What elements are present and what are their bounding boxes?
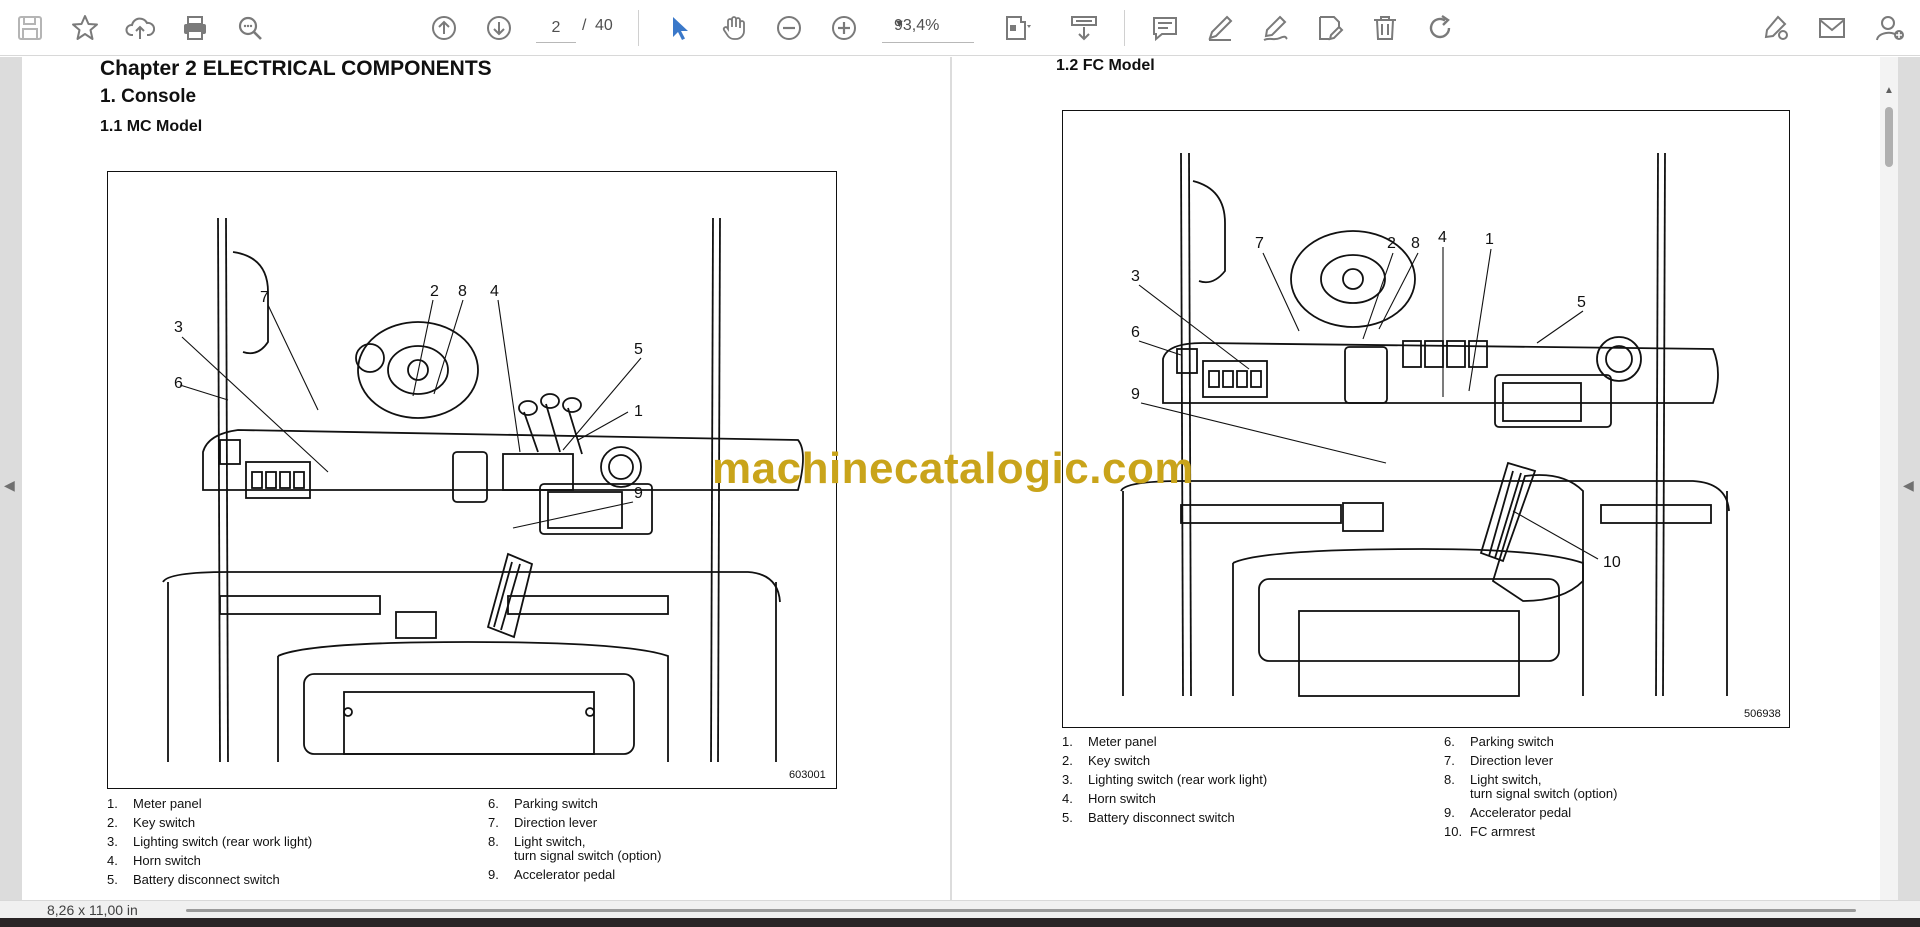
scroll-mode-icon[interactable]	[1064, 8, 1104, 48]
panel-expand-left-icon[interactable]: ◀	[4, 477, 18, 497]
legend-item: 7. Direction lever	[1444, 753, 1554, 768]
pan-hand-icon[interactable]	[714, 8, 754, 48]
callout-label: 8	[1411, 235, 1420, 252]
zoom-search-icon[interactable]	[230, 8, 270, 48]
chevron-down-icon: ▼	[894, 18, 905, 30]
legend-item: 10. FC armrest	[1444, 824, 1535, 839]
legend-item: 6. Parking switch	[488, 796, 598, 811]
chapter-title: Chapter 2 ELECTRICAL COMPONENTS	[100, 57, 492, 80]
zoom-out-icon[interactable]	[769, 8, 809, 48]
page-fit-icon[interactable]	[996, 8, 1036, 48]
callout-label: 9	[1131, 386, 1140, 403]
status-bar: 8,26 x 11,00 in	[0, 900, 1920, 918]
add-user-icon[interactable]	[1870, 8, 1910, 48]
page-number-input[interactable]	[536, 13, 576, 43]
legend-item: turn signal switch (option)	[514, 848, 662, 863]
callout-label: 2	[1387, 235, 1396, 252]
legend-item: 3. Lighting switch (rear work light)	[1062, 772, 1268, 787]
page-separator: /	[582, 17, 587, 34]
legend-item: 1. Meter panel	[107, 796, 202, 811]
vertical-scrollbar[interactable]: ▲	[1880, 57, 1898, 900]
figure-id: 506938	[1744, 708, 1781, 720]
callout-label: 10	[1603, 554, 1621, 571]
callout-label: 4	[490, 283, 499, 300]
section-title: 1. Console	[100, 86, 197, 107]
callout-label: 9	[634, 485, 643, 502]
legend-item: 4. Horn switch	[107, 853, 201, 868]
legend-item: 5. Battery disconnect switch	[1062, 810, 1235, 825]
subsection-title: 1.2 FC Model	[1056, 57, 1155, 74]
toolbar-divider	[638, 10, 639, 46]
callout-label: 5	[1577, 294, 1586, 311]
callout-label: 6	[1131, 324, 1140, 341]
save-icon[interactable]	[10, 8, 50, 48]
legend-item: 9. Accelerator pedal	[488, 867, 616, 882]
email-icon[interactable]	[1812, 8, 1852, 48]
toolbar: / 40 93,4% ▼	[0, 0, 1920, 56]
sign-icon[interactable]	[1756, 8, 1796, 48]
rotate-icon[interactable]	[1420, 8, 1460, 48]
watermark: machinecatalogic.com	[712, 444, 1194, 493]
bookmark-star-icon[interactable]	[65, 8, 105, 48]
legend-item: 3. Lighting switch (rear work light)	[107, 834, 313, 849]
legend-item: 7. Direction lever	[488, 815, 598, 830]
legend-item: 5. Battery disconnect switch	[107, 872, 280, 887]
toolbar-divider	[1124, 10, 1125, 46]
callout-label: 5	[634, 341, 643, 358]
legend-item: 2. Key switch	[107, 815, 196, 830]
page-size-label: 8,26 x 11,00 in	[47, 902, 138, 918]
legend-item: turn signal switch (option)	[1470, 786, 1618, 801]
legend-item: 1. Meter panel	[1062, 734, 1157, 749]
callout-label: 7	[1255, 235, 1264, 252]
page-down-icon[interactable]	[479, 8, 519, 48]
callout-label: 4	[1438, 229, 1447, 246]
zoom-level-select[interactable]: 93,4% ▼	[882, 13, 974, 43]
legend-item: 8. Light switch,	[1444, 772, 1542, 787]
callout-label: 7	[260, 289, 269, 306]
scrollbar-thumb[interactable]	[1885, 107, 1893, 167]
legend-item: 4. Horn switch	[1062, 791, 1156, 806]
callout-label: 1	[634, 403, 643, 420]
print-icon[interactable]	[175, 8, 215, 48]
draw-pen-icon[interactable]	[1255, 8, 1295, 48]
callout-label: 2	[430, 283, 439, 300]
figure-id: 603001	[789, 769, 826, 781]
comment-icon[interactable]	[1145, 8, 1185, 48]
delete-trash-icon[interactable]	[1365, 8, 1405, 48]
legend-item: 9. Accelerator pedal	[1444, 805, 1572, 820]
fc-console-drawing: 7 2 8 4 1 3 5 6 9 10	[1120, 152, 1730, 697]
scroll-up-icon[interactable]: ▲	[1884, 85, 1894, 96]
legend-item: 6. Parking switch	[1444, 734, 1554, 749]
select-pointer-icon[interactable]	[659, 8, 699, 48]
figure-fc-console: 7 2 8 4 1 3 5 6 9 10 506938	[1062, 110, 1790, 728]
legend-item: 8. Light switch,	[488, 834, 586, 849]
callout-label: 1	[1485, 231, 1494, 248]
callout-label: 6	[174, 375, 183, 392]
page-up-icon[interactable]	[424, 8, 464, 48]
callout-label: 8	[458, 283, 467, 300]
callout-label: 3	[174, 319, 183, 336]
upload-cloud-icon[interactable]	[120, 8, 160, 48]
subsection-title: 1.1 MC Model	[100, 118, 203, 135]
edit-text-icon[interactable]	[1310, 8, 1350, 48]
zoom-in-icon[interactable]	[824, 8, 864, 48]
horizontal-scrollbar[interactable]	[186, 909, 1856, 912]
panel-expand-right-icon[interactable]: ◀	[1903, 477, 1917, 497]
highlight-pen-icon[interactable]	[1200, 8, 1240, 48]
callout-label: 3	[1131, 268, 1140, 285]
bottom-strip	[0, 918, 1920, 927]
legend-item: 2. Key switch	[1062, 753, 1151, 768]
total-pages: 40	[595, 17, 613, 34]
